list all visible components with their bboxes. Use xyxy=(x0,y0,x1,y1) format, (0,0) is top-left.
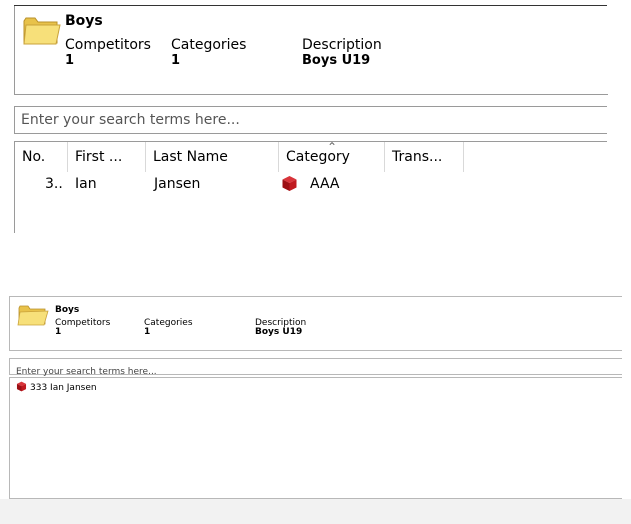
categories-value: 1 xyxy=(144,327,151,337)
red-cube-icon xyxy=(16,381,27,395)
column-header-trans[interactable]: Trans... xyxy=(385,142,464,172)
competitors-grid: No. First ... Last Name Category Trans..… xyxy=(14,140,607,233)
folder-icon xyxy=(22,13,62,47)
cell-first-name: Ian xyxy=(75,176,97,192)
column-header-no[interactable]: No. xyxy=(15,142,68,172)
sort-ascending-icon: ⌃ xyxy=(327,140,338,154)
folder-icon xyxy=(17,303,49,327)
column-header-last-name[interactable]: Last Name xyxy=(146,142,279,172)
competitors-list: 333 Ian Jansen xyxy=(9,377,622,499)
cell-last-name: Jansen xyxy=(154,176,201,192)
description-value: Boys U19 xyxy=(255,327,303,337)
competitors-value: 1 xyxy=(65,53,75,68)
list-item[interactable]: 333 Ian Jansen xyxy=(16,381,97,395)
search-input[interactable] xyxy=(15,107,607,133)
description-label: Description xyxy=(302,37,382,53)
competitors-label: Competitors xyxy=(55,318,111,328)
search-box[interactable] xyxy=(9,358,622,380)
categories-label: Categories xyxy=(144,318,193,328)
list-item-label: 333 Ian Jansen xyxy=(30,383,97,393)
group-title: Boys xyxy=(55,305,80,315)
cell-no: 3.. xyxy=(45,176,63,192)
categories-label: Categories xyxy=(171,37,247,53)
group-title: Boys xyxy=(65,13,103,29)
competitors-label: Competitors xyxy=(65,37,151,53)
cell-category: AAA xyxy=(310,176,340,192)
description-value: Boys U19 xyxy=(302,53,371,68)
search-box[interactable] xyxy=(14,106,607,134)
categories-value: 1 xyxy=(171,53,181,68)
bottom-strip xyxy=(0,499,631,524)
competitors-value: 1 xyxy=(55,327,62,337)
column-header-first-name[interactable]: First ... xyxy=(68,142,146,172)
red-cube-icon xyxy=(281,175,298,195)
